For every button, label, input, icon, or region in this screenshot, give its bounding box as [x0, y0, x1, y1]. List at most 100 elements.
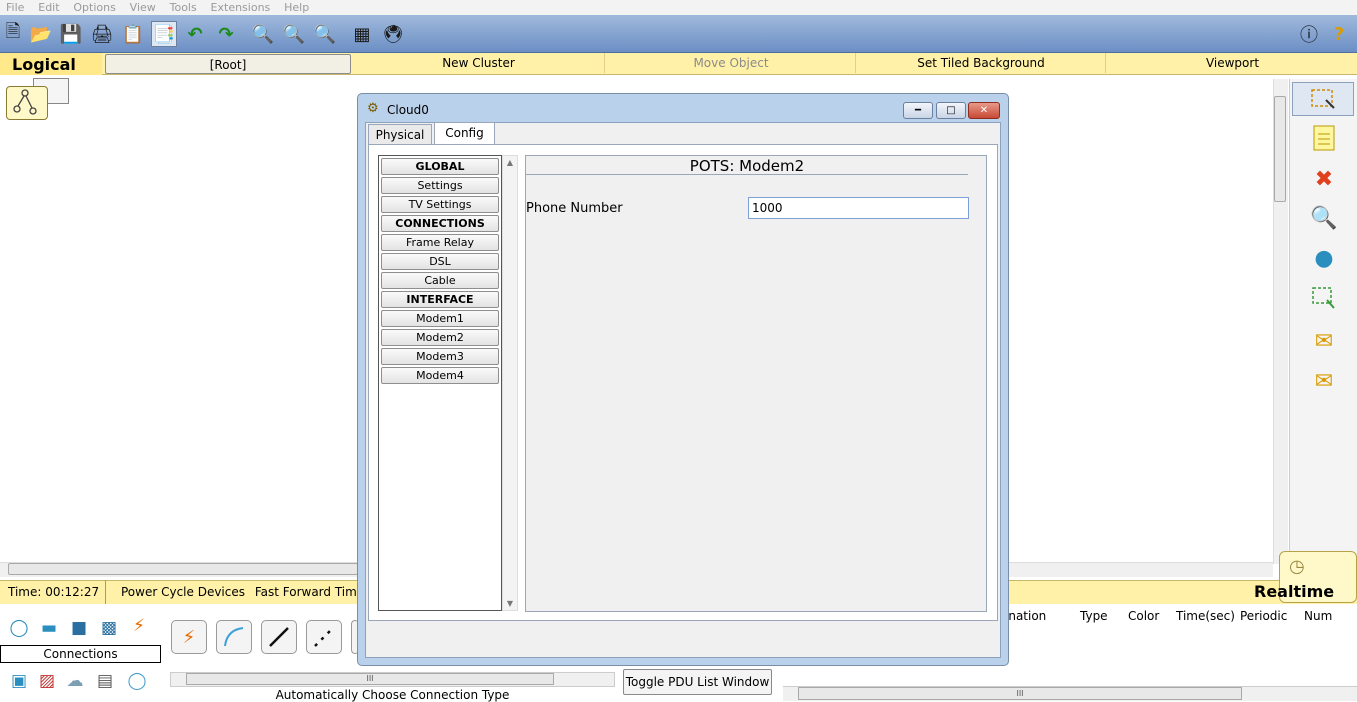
- auto-connection-label: Automatically Choose Connection Type: [275, 688, 510, 702]
- zoom-in-icon[interactable]: 🔍: [250, 21, 276, 47]
- tab-physical[interactable]: Physical: [368, 124, 432, 145]
- menu-view[interactable]: View: [130, 1, 156, 15]
- toggle-pdu-list-button[interactable]: Toggle PDU List Window: [623, 669, 772, 695]
- menu-bar: File Edit Options View Tools Extensions …: [0, 0, 1357, 15]
- custom-device-icon[interactable]: 🖲: [380, 21, 406, 47]
- pdu-col-time[interactable]: Time(sec): [1176, 606, 1235, 626]
- security-category-icon[interactable]: ▨: [34, 671, 60, 691]
- nav-frame-relay[interactable]: Frame Relay: [381, 234, 499, 251]
- resize-shape-tool-icon[interactable]: [1305, 281, 1343, 315]
- clock-icon: ◷: [1289, 556, 1305, 577]
- menu-extensions[interactable]: Extensions: [211, 1, 271, 15]
- add-simple-pdu-icon[interactable]: ✉: [1305, 324, 1343, 358]
- menu-file[interactable]: File: [6, 1, 24, 15]
- tab-config[interactable]: Config: [434, 122, 495, 145]
- nav-connections[interactable]: CONNECTIONS: [381, 215, 499, 232]
- set-tiled-background-button[interactable]: Set Tiled Background: [857, 53, 1106, 73]
- pdu-scroll-thumb[interactable]: III: [798, 687, 1242, 700]
- cloud-window-icon: ⚙: [367, 101, 379, 116]
- multiuser-category-icon[interactable]: ◯: [124, 671, 150, 691]
- info-icon[interactable]: ⓘ: [1296, 21, 1322, 47]
- canvas-vertical-scroll-thumb[interactable]: [1274, 96, 1286, 202]
- print-icon[interactable]: 🖨: [89, 21, 115, 47]
- modem-config-panel: [525, 155, 987, 612]
- device-category-label: Connections: [0, 645, 161, 663]
- auto-connection-icon[interactable]: ⚡: [171, 620, 207, 654]
- switches-category-icon[interactable]: ▬: [36, 618, 62, 638]
- scroll-down-icon[interactable]: ▼: [503, 599, 517, 608]
- wan-emulation-category-icon[interactable]: ☁: [62, 671, 88, 691]
- end-devices-category-icon[interactable]: ▣: [6, 671, 32, 691]
- new-icon[interactable]: 🗎: [0, 21, 26, 47]
- realtime-label[interactable]: Realtime: [1254, 580, 1334, 604]
- nav-cable[interactable]: Cable: [381, 272, 499, 289]
- open-icon[interactable]: 📂: [28, 21, 54, 47]
- panel-title: POTS: Modem2: [526, 157, 968, 175]
- close-button[interactable]: ✕: [968, 102, 1000, 119]
- nav-interface[interactable]: INTERFACE: [381, 291, 499, 308]
- new-cluster-button[interactable]: New Cluster: [353, 53, 605, 73]
- delete-tool-icon[interactable]: ✖: [1305, 162, 1343, 196]
- main-toolbar: 🗎 📂 💾 🖨 📋 📑 ↶ ↷ 🔍 🔍 🔍 ▦ 🖲 ⓘ ?: [0, 15, 1357, 53]
- nav-global[interactable]: GLOBAL: [381, 158, 499, 175]
- select-tool-icon[interactable]: [1292, 82, 1354, 116]
- root-button[interactable]: [Root]: [105, 54, 351, 74]
- connections-category-icon[interactable]: ⚡: [126, 616, 152, 636]
- nav-modem4[interactable]: Modem4: [381, 367, 499, 384]
- nav-modem3[interactable]: Modem3: [381, 348, 499, 365]
- menu-options[interactable]: Options: [73, 1, 115, 15]
- zoom-out-icon[interactable]: 🔍: [312, 21, 338, 47]
- phone-number-input[interactable]: [748, 197, 969, 219]
- save-icon[interactable]: 💾: [58, 21, 84, 47]
- device-subtype-scroll-thumb[interactable]: III: [186, 673, 554, 685]
- nav-modem1[interactable]: Modem1: [381, 310, 499, 327]
- nav-tv-settings[interactable]: TV Settings: [381, 196, 499, 213]
- window-title: Cloud0: [387, 103, 429, 117]
- undo-icon[interactable]: ↶: [182, 21, 208, 47]
- pdu-col-periodic[interactable]: Periodic: [1240, 606, 1287, 626]
- routers-category-icon[interactable]: ◯: [6, 618, 32, 638]
- scroll-up-icon[interactable]: ▲: [503, 156, 517, 170]
- pdu-scroll-grip: III: [1016, 689, 1024, 698]
- pdu-col-color[interactable]: Color: [1128, 606, 1159, 626]
- console-cable-icon[interactable]: [216, 620, 252, 654]
- phone-number-label: Phone Number: [526, 201, 623, 216]
- fast-forward-time-button[interactable]: Fast Forward Time: [255, 585, 364, 599]
- logical-topology-icon[interactable]: [6, 86, 48, 120]
- nav-modem2[interactable]: Modem2: [381, 329, 499, 346]
- config-nav-scrollbar[interactable]: ▲ ▼: [502, 155, 518, 611]
- wireless-category-icon[interactable]: ▩: [96, 618, 122, 638]
- redo-icon[interactable]: ↷: [213, 21, 239, 47]
- add-complex-pdu-icon[interactable]: ✉: [1305, 364, 1343, 398]
- custom-devices-category-icon[interactable]: ▤: [92, 671, 118, 691]
- menu-tools[interactable]: Tools: [170, 1, 197, 15]
- copy-icon[interactable]: 📑: [151, 21, 177, 47]
- straight-through-cable-icon[interactable]: [261, 620, 297, 654]
- pdu-col-type[interactable]: Type: [1080, 606, 1108, 626]
- menu-help[interactable]: Help: [284, 1, 309, 15]
- time-display: Time: 00:12:27: [0, 580, 106, 604]
- power-cycle-bar: Power Cycle Devices Fast Forward Time: [114, 580, 364, 604]
- minimize-button[interactable]: ━: [903, 102, 933, 119]
- logical-workspace-label[interactable]: Logical: [0, 53, 102, 75]
- pdu-col-destination[interactable]: ination: [1005, 606, 1046, 626]
- move-object-button[interactable]: Move Object: [607, 53, 856, 73]
- hubs-category-icon[interactable]: ■: [66, 618, 92, 638]
- menu-edit[interactable]: Edit: [38, 1, 59, 15]
- viewport-button[interactable]: Viewport: [1108, 53, 1357, 73]
- pdu-table-header: ination Type Color Time(sec) Periodic Nu…: [1005, 606, 1357, 626]
- activity-wizard-icon[interactable]: 📋: [120, 21, 146, 47]
- canvas-horizontal-scroll-thumb[interactable]: [8, 563, 358, 575]
- zoom-reset-icon[interactable]: 🔍: [281, 21, 307, 47]
- nav-dsl[interactable]: DSL: [381, 253, 499, 270]
- draw-shape-tool-icon[interactable]: ●: [1305, 241, 1343, 275]
- palette-icon[interactable]: ▦: [349, 21, 375, 47]
- help-icon[interactable]: ?: [1326, 21, 1352, 47]
- maximize-button[interactable]: □: [936, 102, 966, 119]
- nav-settings[interactable]: Settings: [381, 177, 499, 194]
- note-tool-icon[interactable]: [1305, 121, 1343, 155]
- pdu-col-num[interactable]: Num: [1304, 606, 1332, 626]
- power-cycle-devices-button[interactable]: Power Cycle Devices: [121, 585, 245, 599]
- crossover-cable-icon[interactable]: [306, 620, 342, 654]
- inspect-tool-icon[interactable]: 🔍: [1305, 201, 1343, 235]
